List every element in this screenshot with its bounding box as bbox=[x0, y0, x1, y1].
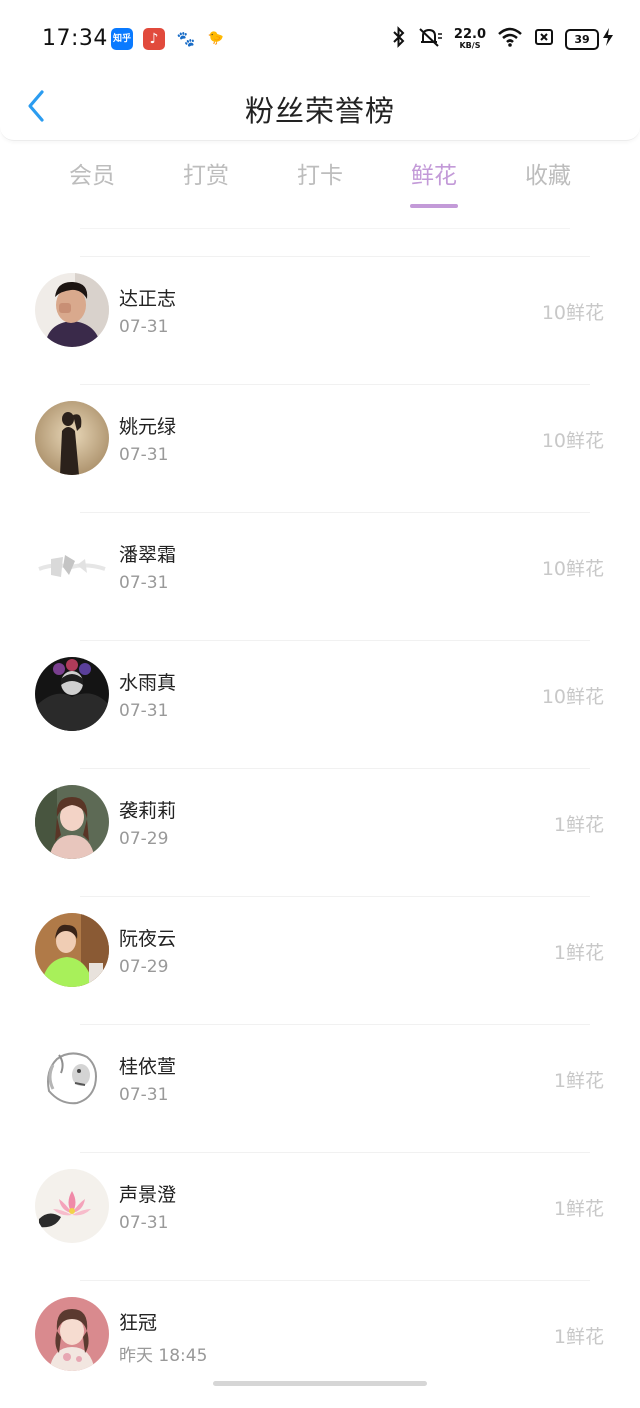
tab-label: 打卡 bbox=[297, 163, 343, 189]
zhihu-app-icon: 知乎 bbox=[111, 28, 133, 50]
baidu-app-icon: 🐾 bbox=[175, 28, 197, 50]
network-speed-value: 22.0 bbox=[453, 27, 486, 42]
tab-tips[interactable]: 打赏 bbox=[149, 156, 263, 208]
active-tab-indicator bbox=[410, 204, 458, 208]
tab-favorites[interactable]: 收藏 bbox=[491, 156, 605, 208]
avatar[interactable] bbox=[35, 657, 109, 731]
flower-count: 10鲜花 bbox=[541, 686, 604, 708]
tab-label: 收藏 bbox=[525, 163, 571, 189]
home-indicator[interactable] bbox=[213, 1381, 427, 1386]
status-time: 17:34 bbox=[42, 26, 108, 51]
tab-bar: 会员 打赏 打卡 鲜花 收藏 bbox=[35, 156, 605, 208]
fan-name: 姚元绿 bbox=[119, 416, 177, 438]
fan-date: 07-31 bbox=[119, 445, 169, 465]
status-bar: 17:34 知乎 ♪ 🐾 🐤 22.0 KB/S 39 bbox=[0, 0, 640, 78]
divider bbox=[80, 1152, 590, 1153]
charging-bolt-icon bbox=[602, 27, 614, 51]
tab-label: 鲜花 bbox=[411, 163, 457, 189]
flower-count: 10鲜花 bbox=[541, 302, 604, 324]
avatar[interactable] bbox=[35, 913, 109, 987]
fan-name: 达正志 bbox=[119, 288, 177, 310]
flower-count: 10鲜花 bbox=[541, 558, 604, 580]
avatar[interactable] bbox=[35, 273, 109, 347]
flower-count: 1鲜花 bbox=[553, 1198, 604, 1220]
fan-name: 阮夜云 bbox=[119, 928, 177, 950]
fan-date: 07-31 bbox=[119, 701, 169, 721]
sim-card-icon bbox=[534, 27, 554, 51]
tab-membership[interactable]: 会员 bbox=[35, 156, 149, 208]
page-title: 粉丝荣誉榜 bbox=[244, 94, 395, 128]
header: 粉丝荣誉榜 bbox=[0, 78, 640, 141]
avatar[interactable] bbox=[35, 1297, 109, 1371]
music-app-icon: ♪ bbox=[143, 28, 165, 50]
list-item[interactable]: 水雨真 07-31 10鲜花 bbox=[0, 640, 640, 768]
list-item[interactable]: 桂依萱 07-31 1鲜花 bbox=[0, 1024, 640, 1152]
avatar[interactable] bbox=[35, 1169, 109, 1243]
avatar[interactable] bbox=[35, 1041, 109, 1115]
fan-name: 桂依萱 bbox=[119, 1056, 177, 1078]
battery-indicator: 39 bbox=[565, 27, 614, 51]
tab-label: 会员 bbox=[69, 163, 115, 189]
flower-count: 1鲜花 bbox=[553, 1070, 604, 1092]
avatar[interactable] bbox=[35, 785, 109, 859]
divider bbox=[80, 384, 590, 385]
flower-count: 1鲜花 bbox=[553, 814, 604, 836]
divider bbox=[80, 896, 590, 897]
fan-name: 袭莉莉 bbox=[119, 800, 177, 822]
divider bbox=[80, 1024, 590, 1025]
flower-count: 1鲜花 bbox=[553, 942, 604, 964]
tab-flowers[interactable]: 鲜花 bbox=[377, 156, 491, 208]
list-item[interactable]: 姚元绿 07-31 10鲜花 bbox=[0, 384, 640, 512]
battery-level: 39 bbox=[565, 28, 599, 50]
list-item[interactable]: 阮夜云 07-29 1鲜花 bbox=[0, 896, 640, 1024]
tab-label: 打赏 bbox=[183, 163, 229, 189]
divider bbox=[80, 1280, 590, 1281]
status-indicators: 22.0 KB/S 39 bbox=[392, 24, 614, 54]
fan-date: 昨天 18:45 bbox=[119, 1346, 208, 1366]
list-item[interactable]: 袭莉莉 07-29 1鲜花 bbox=[0, 768, 640, 896]
fan-date: 07-31 bbox=[119, 317, 169, 337]
fan-date: 07-29 bbox=[119, 957, 169, 977]
flower-count: 1鲜花 bbox=[553, 1326, 604, 1348]
avatar[interactable] bbox=[35, 401, 109, 475]
tab-checkin[interactable]: 打卡 bbox=[263, 156, 377, 208]
divider bbox=[80, 768, 590, 769]
flower-count: 10鲜花 bbox=[541, 430, 604, 452]
fan-name: 声景澄 bbox=[119, 1184, 177, 1206]
list-item[interactable]: 达正志 07-31 10鲜花 bbox=[0, 256, 640, 384]
wifi-icon bbox=[497, 26, 523, 52]
list-item[interactable]: 声景澄 07-31 1鲜花 bbox=[0, 1152, 640, 1280]
fan-date: 07-29 bbox=[119, 829, 169, 849]
fan-date: 07-31 bbox=[119, 573, 169, 593]
fan-name: 潘翠霜 bbox=[119, 544, 177, 566]
divider bbox=[80, 512, 590, 513]
divider bbox=[80, 640, 590, 641]
list-item[interactable]: 潘翠霜 07-31 10鲜花 bbox=[0, 512, 640, 640]
fan-date: 07-31 bbox=[119, 1213, 169, 1233]
bird-app-icon: 🐤 bbox=[205, 28, 227, 50]
avatar[interactable] bbox=[35, 529, 109, 603]
fan-date: 07-31 bbox=[119, 1085, 169, 1105]
network-speed: 22.0 KB/S bbox=[454, 28, 486, 50]
network-speed-unit: KB/S bbox=[459, 41, 481, 50]
fan-name: 狂冠 bbox=[119, 1312, 158, 1334]
divider bbox=[80, 256, 590, 257]
list-item[interactable]: 狂冠 昨天 18:45 1鲜花 bbox=[0, 1280, 640, 1408]
divider bbox=[80, 228, 570, 229]
fan-name: 水雨真 bbox=[119, 672, 177, 694]
bluetooth-icon bbox=[392, 26, 406, 52]
mute-bell-icon bbox=[417, 26, 443, 52]
fan-list: 达正志 07-31 10鲜花 姚元绿 07-31 10鲜花 潘翠霜 07-31 … bbox=[0, 256, 640, 1408]
